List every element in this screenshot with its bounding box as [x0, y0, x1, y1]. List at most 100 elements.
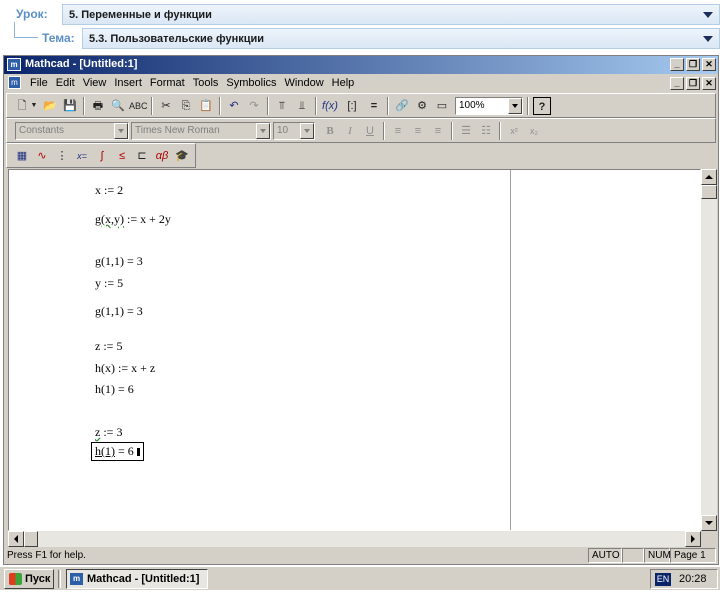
taskbar-mathcad-button[interactable]: m Mathcad - [Untitled:1]: [66, 569, 208, 589]
help-icon[interactable]: ?: [533, 97, 551, 115]
topic-row: Тема: 5.3. Пользовательские функции: [0, 27, 720, 51]
math-region[interactable]: g(1,1) = 3: [95, 304, 143, 319]
insert-function-icon[interactable]: f(x): [321, 97, 339, 115]
menu-symbolics[interactable]: Symbolics: [222, 77, 280, 89]
align-top-icon[interactable]: ⫪: [273, 97, 291, 115]
doc-restore-button[interactable]: ❐: [686, 77, 700, 90]
programming-icon[interactable]: ⊏: [133, 147, 151, 165]
resource-center-icon[interactable]: ▭: [433, 97, 451, 115]
math-region[interactable]: z := 3: [95, 425, 122, 440]
scroll-left-icon[interactable]: [8, 531, 24, 547]
chevron-down-icon[interactable]: [703, 36, 713, 42]
menu-edit[interactable]: Edit: [52, 77, 79, 89]
calculator-icon[interactable]: ▦: [13, 147, 31, 165]
undo-icon[interactable]: ↶: [225, 97, 243, 115]
font-size-select[interactable]: 10: [273, 122, 315, 140]
subscript-icon[interactable]: x₂: [525, 122, 543, 140]
zoom-select[interactable]: 100%: [455, 97, 523, 115]
print-preview-icon[interactable]: 🔍: [109, 97, 127, 115]
bold-icon[interactable]: B: [321, 122, 339, 140]
insert-hyperlink-icon[interactable]: 🔗: [393, 97, 411, 115]
boolean-icon[interactable]: ≤: [113, 147, 131, 165]
symbolic-icon[interactable]: 🎓: [173, 147, 191, 165]
mathcad-app-icon[interactable]: m: [7, 58, 21, 71]
matrix-icon[interactable]: ⋮: [53, 147, 71, 165]
calculate-icon[interactable]: =: [365, 97, 383, 115]
align-center-icon[interactable]: ≡: [409, 122, 427, 140]
math-region[interactable]: g(1,1) = 3: [95, 254, 143, 269]
title-bar[interactable]: m Mathcad - [Untitled:1] _ ❐ ✕: [4, 56, 718, 74]
align-left-icon[interactable]: ≡: [389, 122, 407, 140]
math-region[interactable]: z := 5: [95, 339, 122, 354]
math-region[interactable]: y := 5: [95, 276, 123, 291]
doc-close-button[interactable]: ✕: [702, 77, 716, 90]
mathcad-window: m Mathcad - [Untitled:1] _ ❐ ✕ m File Ed…: [3, 55, 719, 565]
restore-button[interactable]: ❐: [686, 58, 700, 71]
horizontal-scrollbar[interactable]: [8, 531, 701, 547]
insert-unit-icon[interactable]: [:]: [343, 97, 361, 115]
lesson-select[interactable]: 5. Переменные и функции: [62, 4, 720, 25]
menu-insert[interactable]: Insert: [110, 77, 146, 89]
spell-check-icon[interactable]: ABC: [129, 97, 148, 115]
chevron-down-icon[interactable]: [703, 12, 713, 18]
math-region[interactable]: x := 2: [95, 183, 123, 198]
math-region[interactable]: g(x,y) := x + 2y: [95, 212, 171, 227]
scroll-right-icon[interactable]: [685, 531, 701, 547]
chevron-down-icon[interactable]: [256, 123, 270, 139]
graph-icon[interactable]: ∿: [33, 147, 51, 165]
copy-icon[interactable]: ⎘: [177, 97, 195, 115]
print-icon[interactable]: 🖶: [89, 97, 107, 115]
italic-icon[interactable]: I: [341, 122, 359, 140]
status-page: Page 1: [670, 548, 716, 563]
calculus-icon[interactable]: ∫: [93, 147, 111, 165]
chevron-down-icon[interactable]: [300, 123, 314, 139]
topic-select[interactable]: 5.3. Пользовательские функции: [82, 28, 720, 49]
worksheet[interactable]: x := 2 g(x,y) := x + 2y g(1,1) = 3 y := …: [8, 169, 701, 531]
scroll-down-icon[interactable]: [701, 515, 717, 531]
close-button[interactable]: ✕: [702, 58, 716, 71]
scroll-up-icon[interactable]: [701, 169, 717, 185]
system-tray: EN 20:28: [650, 569, 718, 589]
minimize-button[interactable]: _: [670, 58, 684, 71]
math-toolbar: ▦ ∿ ⋮ x= ∫ ≤ ⊏ αβ 🎓: [6, 143, 196, 168]
numbering-icon[interactable]: ☷: [477, 122, 495, 140]
menu-format[interactable]: Format: [146, 77, 189, 89]
paste-icon[interactable]: 📋: [197, 97, 215, 115]
scroll-thumb[interactable]: [24, 531, 38, 547]
insert-component-icon[interactable]: ⚙: [413, 97, 431, 115]
chevron-down-icon[interactable]: [508, 98, 522, 114]
greek-icon[interactable]: αβ: [153, 147, 171, 165]
bullets-icon[interactable]: ☰: [457, 122, 475, 140]
cut-icon[interactable]: ✂: [157, 97, 175, 115]
evaluation-icon[interactable]: x=: [73, 147, 91, 165]
document-icon[interactable]: m: [8, 76, 21, 89]
clock[interactable]: 20:28: [679, 573, 707, 585]
style-select[interactable]: Constants: [15, 122, 129, 140]
align-down-icon[interactable]: ⫫: [293, 97, 311, 115]
menu-window[interactable]: Window: [281, 77, 328, 89]
new-dropdown-icon[interactable]: ▼: [29, 97, 39, 115]
vertical-scrollbar[interactable]: [701, 169, 717, 531]
taskbar: Пуск m Mathcad - [Untitled:1] EN 20:28: [0, 566, 720, 590]
redo-icon[interactable]: ↷: [245, 97, 263, 115]
underline-icon[interactable]: U: [361, 122, 379, 140]
scroll-thumb[interactable]: [701, 185, 717, 199]
selected-math-region[interactable]: h(1) = 6: [91, 442, 144, 461]
superscript-icon[interactable]: x²: [505, 122, 523, 140]
save-icon[interactable]: 💾: [61, 97, 79, 115]
menu-file[interactable]: File: [26, 77, 52, 89]
menu-tools[interactable]: Tools: [189, 77, 223, 89]
menu-view[interactable]: View: [79, 77, 111, 89]
task-label: Mathcad - [Untitled:1]: [87, 573, 200, 585]
math-region[interactable]: h(1) = 6: [95, 382, 134, 397]
language-indicator[interactable]: EN: [655, 573, 671, 586]
menu-help[interactable]: Help: [328, 77, 359, 89]
start-button[interactable]: Пуск: [4, 569, 54, 589]
topic-value: 5.3. Пользовательские функции: [89, 33, 265, 45]
chevron-down-icon[interactable]: [114, 123, 128, 139]
doc-minimize-button[interactable]: _: [670, 77, 684, 90]
open-folder-icon[interactable]: 📂: [41, 97, 59, 115]
math-region[interactable]: h(x) := x + z: [95, 361, 155, 376]
font-select[interactable]: Times New Roman: [131, 122, 271, 140]
align-right-icon[interactable]: ≡: [429, 122, 447, 140]
